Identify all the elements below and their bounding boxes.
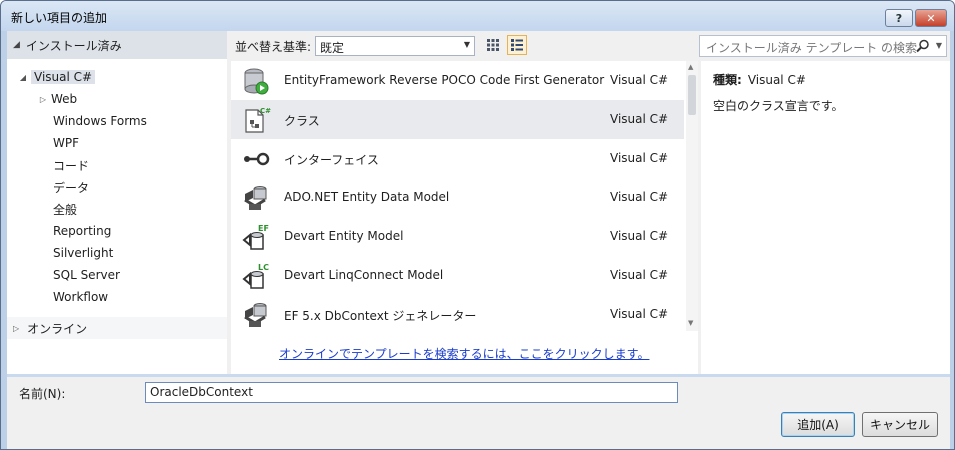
name-label: 名前(N): bbox=[19, 387, 66, 401]
devart-lc-icon: LC bbox=[242, 263, 269, 289]
tree-item-silverlight[interactable]: Silverlight bbox=[53, 243, 113, 263]
scroll-down-icon[interactable]: ▼ bbox=[688, 319, 693, 327]
tree-item-wpf[interactable]: WPF bbox=[53, 133, 79, 153]
template-language: Visual C# bbox=[610, 151, 669, 165]
tree-item-code[interactable]: コード bbox=[53, 155, 89, 175]
template-row-ef-reverse-poco[interactable]: EntityFramework Reverse POCO Code First … bbox=[231, 61, 684, 100]
tree-item-label: SQL Server bbox=[53, 268, 120, 282]
tree-item-windows-forms[interactable]: Windows Forms bbox=[53, 111, 147, 131]
tree-item-workflow[interactable]: Workflow bbox=[53, 287, 108, 307]
template-language: Visual C# bbox=[610, 229, 669, 243]
entity-model-icon bbox=[244, 186, 267, 210]
collapse-arrow-icon: ◢ bbox=[13, 40, 20, 50]
details-view-button[interactable] bbox=[507, 35, 527, 55]
close-button[interactable]: ✕ bbox=[915, 9, 947, 27]
tree-item-visual-csharp[interactable]: ◢ Visual C# bbox=[15, 67, 96, 87]
detail-type-value: Visual C# bbox=[747, 73, 806, 87]
tree-item-label: Web bbox=[51, 92, 78, 106]
template-language: Visual C# bbox=[610, 307, 669, 321]
template-row-ef5-dbcontext-generator[interactable]: EF 5.x DbContext ジェネレーター Visual C# bbox=[231, 295, 684, 334]
template-name: Devart Entity Model bbox=[284, 229, 404, 243]
tree-item-label: データ bbox=[53, 180, 90, 195]
template-name: Devart LinqConnect Model bbox=[284, 268, 444, 282]
help-button[interactable]: ? bbox=[885, 9, 913, 27]
template-row-class[interactable]: C# クラス Visual C# bbox=[231, 100, 684, 139]
template-row-devart-linqconnect-model[interactable]: LC Devart LinqConnect Model Visual C# bbox=[231, 256, 684, 295]
title-bar: 新しい項目の追加 ? ✕ bbox=[1, 1, 954, 31]
tree-item-label: Silverlight bbox=[53, 246, 114, 260]
template-name: EntityFramework Reverse POCO Code First … bbox=[284, 73, 605, 87]
grid-view-icon bbox=[487, 39, 499, 51]
template-search-input[interactable]: インストール済み テンプレート の検索 ▼ bbox=[699, 35, 947, 57]
window-title: 新しい項目の追加 bbox=[11, 11, 108, 25]
divider bbox=[7, 374, 950, 377]
tree-item-label: 全般 bbox=[53, 202, 78, 217]
sort-label: 並べ替え基準: bbox=[235, 40, 312, 54]
add-new-item-dialog: 新しい項目の追加 ? ✕ ◢ インストール済み ◢ Visual C# ▷ We… bbox=[0, 0, 955, 450]
template-row-devart-entity-model[interactable]: EF Devart Entity Model Visual C# bbox=[231, 217, 684, 256]
interface-icon bbox=[244, 152, 270, 166]
tree-item-reporting[interactable]: Reporting bbox=[53, 221, 111, 241]
template-row-ado-entity-data-model[interactable]: ADO.NET Entity Data Model Visual C# bbox=[231, 178, 684, 217]
search-online-templates-link[interactable]: オンラインでテンプレートを検索するには、ここをクリックします。 bbox=[279, 345, 649, 362]
category-tree: ◢ インストール済み ◢ Visual C# ▷ Web Windows For… bbox=[7, 31, 227, 374]
small-icons-view-button[interactable] bbox=[483, 35, 503, 55]
svg-text:EF: EF bbox=[258, 224, 269, 233]
expand-arrow-icon: ▷ bbox=[13, 323, 20, 333]
dialog-client: ◢ インストール済み ◢ Visual C# ▷ Web Windows For… bbox=[7, 31, 950, 449]
search-icon[interactable] bbox=[916, 39, 930, 53]
tree-item-label: WPF bbox=[53, 136, 80, 150]
template-row-interface[interactable]: インターフェイス Visual C# bbox=[231, 139, 684, 178]
dbcontext-icon bbox=[244, 303, 267, 327]
template-language: Visual C# bbox=[610, 190, 669, 204]
tree-header-installed[interactable]: ◢ インストール済み bbox=[7, 31, 227, 59]
expand-arrow-icon: ▷ bbox=[39, 94, 47, 104]
tree-item-general[interactable]: 全般 bbox=[53, 199, 77, 219]
detail-description: 空白のクラス宣言です。 bbox=[713, 99, 844, 113]
tree-item-label: Reporting bbox=[53, 224, 112, 238]
tree-header-label: インストール済み bbox=[25, 38, 122, 53]
template-name: クラス bbox=[284, 114, 320, 128]
svg-text:LC: LC bbox=[258, 263, 269, 272]
chevron-down-icon: ▼ bbox=[463, 40, 470, 49]
tree-item-online[interactable]: ▷ オンライン bbox=[7, 317, 227, 339]
template-language: Visual C# bbox=[610, 268, 669, 282]
search-placeholder: インストール済み テンプレート の検索 bbox=[706, 41, 918, 55]
chevron-down-icon[interactable]: ▼ bbox=[936, 41, 942, 50]
template-name: ADO.NET Entity Data Model bbox=[284, 190, 450, 204]
cancel-button[interactable]: キャンセル bbox=[862, 412, 938, 437]
database-icon bbox=[244, 68, 269, 95]
list-view-icon bbox=[511, 39, 523, 51]
tree-item-data[interactable]: データ bbox=[53, 177, 89, 197]
scroll-thumb[interactable] bbox=[688, 75, 696, 115]
tree-item-label: オンライン bbox=[27, 321, 88, 336]
detail-type-label: 種類: bbox=[713, 73, 742, 87]
tree-item-label: Workflow bbox=[53, 290, 109, 304]
sort-value: 既定 bbox=[320, 41, 345, 55]
detail-type: 種類: Visual C# bbox=[713, 71, 806, 88]
template-name: インターフェイス bbox=[284, 153, 379, 167]
scroll-up-icon[interactable]: ▲ bbox=[688, 63, 693, 71]
svg-text:C#: C# bbox=[260, 107, 271, 115]
collapse-arrow-icon: ◢ bbox=[19, 72, 27, 82]
class-file-icon: C# bbox=[245, 107, 271, 133]
sort-dropdown[interactable]: 既定 ▼ bbox=[315, 36, 475, 56]
template-list-scrollbar[interactable]: ▲ ▼ bbox=[686, 61, 698, 331]
name-input[interactable]: OracleDbContext bbox=[145, 382, 678, 403]
tree-item-web[interactable]: ▷ Web bbox=[35, 89, 77, 109]
tree-item-label: Visual C# bbox=[31, 70, 96, 84]
template-language: Visual C# bbox=[610, 112, 669, 126]
tree-item-label: Windows Forms bbox=[53, 114, 147, 128]
template-name: EF 5.x DbContext ジェネレーター bbox=[284, 309, 477, 323]
template-details-pane: 種類: Visual C# 空白のクラス宣言です。 bbox=[701, 61, 950, 374]
tree-item-sql-server[interactable]: SQL Server bbox=[53, 265, 120, 285]
devart-ef-icon: EF bbox=[242, 224, 269, 250]
template-list: EntityFramework Reverse POCO Code First … bbox=[231, 61, 698, 374]
template-language: Visual C# bbox=[610, 73, 669, 87]
add-button[interactable]: 追加(A) bbox=[781, 412, 855, 437]
tree-item-label: コード bbox=[53, 158, 90, 173]
